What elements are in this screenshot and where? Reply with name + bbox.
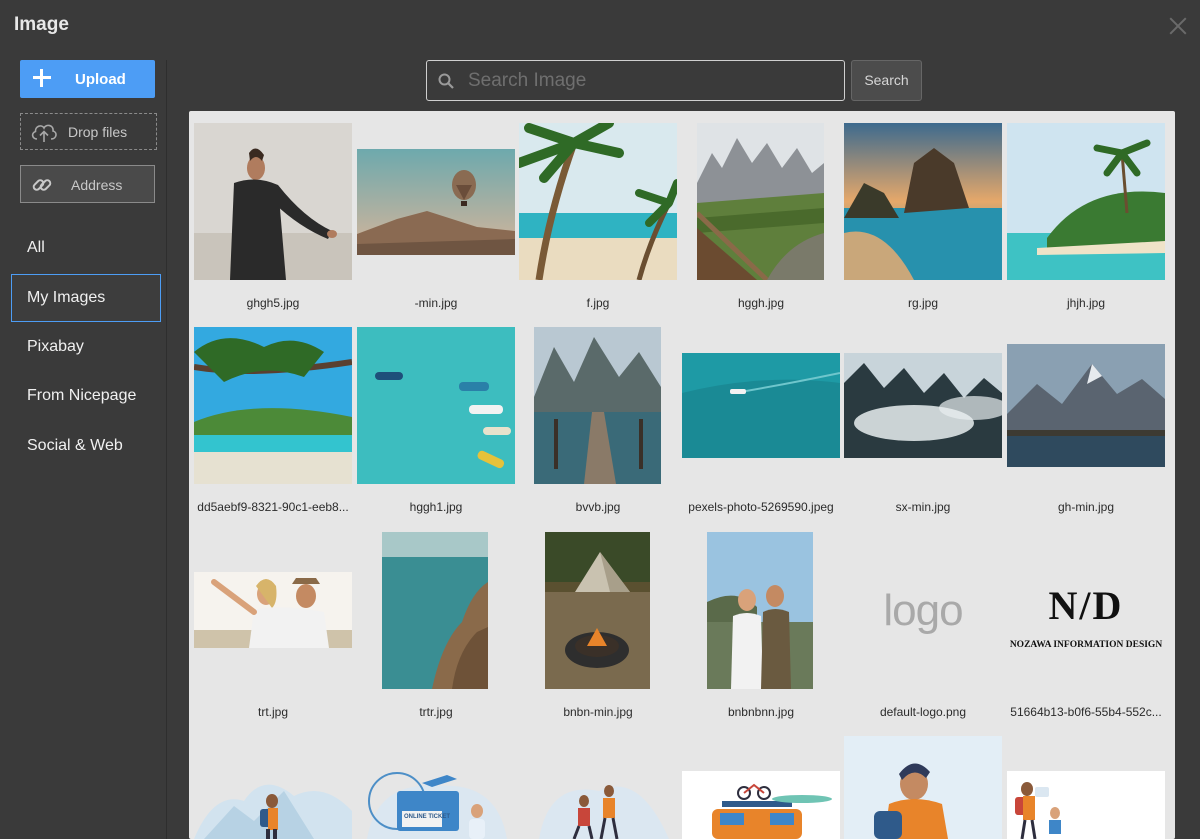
image-logo-placeholder-icon: logo	[844, 532, 1002, 689]
image-rock-island-icon	[844, 123, 1002, 280]
drop-files-zone[interactable]: Drop files	[20, 113, 157, 150]
image-name: -min.jpg	[414, 296, 458, 310]
brand-name: NOZAWA INFORMATION DESIGN	[1009, 640, 1163, 650]
image-tile[interactable]: ONLINE TICKET	[357, 736, 515, 839]
image-name: hggh.jpg	[737, 296, 785, 310]
image-tile[interactable]	[1007, 736, 1165, 839]
image-tent-campfire-icon	[545, 532, 650, 689]
image-name: trt.jpg	[257, 705, 288, 719]
ticket-text: ONLINE TICKET	[404, 814, 450, 820]
upload-label: Upload	[75, 71, 126, 88]
address-button[interactable]: Address	[20, 165, 155, 203]
nav-item-my-images[interactable]: My Images	[11, 274, 161, 322]
image-tile[interactable]: hggh1.jpg	[357, 326, 515, 518]
upload-button[interactable]: Upload	[20, 60, 155, 98]
image-tile[interactable]: bvvb.jpg	[519, 326, 677, 518]
illustration-van-bikes-icon	[682, 771, 840, 839]
logo-placeholder-text: logo	[883, 586, 963, 635]
image-tile[interactable]: jhjh.jpg	[1007, 122, 1165, 314]
image-boats-aerial-icon	[357, 327, 515, 484]
address-label: Address	[71, 177, 123, 193]
image-tile[interactable]: N/D NOZAWA INFORMATION DESIGN 51664b13-b…	[1007, 531, 1165, 723]
nav-item-social-web[interactable]: Social & Web	[11, 422, 161, 470]
drop-files-label: Drop files	[68, 124, 128, 140]
nav-item-pixabay[interactable]: Pixabay	[11, 323, 161, 371]
image-tile[interactable]: rg.jpg	[844, 122, 1002, 314]
sidebar-divider	[166, 60, 167, 839]
image-tile[interactable]	[844, 736, 1002, 839]
image-mountain-fence-icon	[697, 123, 824, 280]
search-input[interactable]	[468, 61, 838, 100]
image-tile[interactable]: trt.jpg	[194, 531, 352, 723]
image-name: bvvb.jpg	[575, 500, 621, 514]
image-misty-forest-icon	[844, 353, 1002, 458]
image-beach-branch-icon	[194, 327, 352, 484]
image-name: f.jpg	[586, 296, 610, 310]
illustration-hikers-icon	[519, 761, 677, 839]
image-tile[interactable]	[519, 736, 677, 839]
image-lake-pier-icon	[534, 327, 661, 484]
image-name: trtr.jpg	[419, 705, 453, 719]
image-name: ghgh5.jpg	[246, 296, 300, 310]
image-name: rg.jpg	[907, 296, 939, 310]
close-icon[interactable]	[1166, 14, 1190, 38]
image-name: sx-min.jpg	[895, 500, 951, 514]
image-couple-happy-icon	[194, 572, 352, 648]
image-tile[interactable]: pexels-photo-5269590.jpeg	[682, 326, 840, 518]
search-icon	[438, 73, 454, 89]
nav-item-from-nicepage[interactable]: From Nicepage	[11, 372, 161, 420]
image-name: 51664b13-b0f6-55b4-552c...	[1010, 705, 1162, 719]
image-cliff-sea-icon	[382, 532, 488, 689]
illustration-hiker-icon	[194, 761, 352, 839]
image-name: pexels-photo-5269590.jpeg	[688, 500, 834, 514]
image-tropical-island-icon	[1007, 123, 1165, 280]
image-tile[interactable]: sx-min.jpg	[844, 326, 1002, 518]
image-man-outdoors-icon	[194, 123, 352, 280]
image-tile[interactable]: gh-min.jpg	[1007, 326, 1165, 518]
image-gallery[interactable]: ghgh5.jpg -min.jpg f.jpg hggh.jpg rg.jpg…	[189, 111, 1175, 839]
image-tile[interactable]: ghgh5.jpg	[194, 122, 352, 314]
image-palm-beach-icon	[519, 123, 677, 280]
image-nid-logo-icon: N/D NOZAWA INFORMATION DESIGN	[1007, 532, 1165, 689]
search-button[interactable]: Search	[851, 60, 922, 101]
nav-item-all[interactable]: All	[11, 224, 161, 272]
image-tile[interactable]: -min.jpg	[357, 122, 515, 314]
image-two-hikers-icon	[707, 532, 813, 689]
dialog-title: Image	[14, 14, 69, 35]
image-name: hggh1.jpg	[409, 500, 463, 514]
illustration-hiker-child-icon	[1007, 771, 1165, 839]
image-tile[interactable]	[682, 736, 840, 839]
image-name: gh-min.jpg	[1057, 500, 1115, 514]
image-boat-sea-icon	[682, 353, 840, 458]
image-name: bnbn-min.jpg	[563, 705, 633, 719]
image-tile[interactable]: dd5aebf9-8321-90c1-eeb8...	[194, 326, 352, 518]
image-tile[interactable]: bnbnbnn.jpg	[682, 531, 840, 723]
image-tile[interactable]: trtr.jpg	[357, 531, 515, 723]
image-name: jhjh.jpg	[1066, 296, 1106, 310]
image-mountain-lake-icon	[1007, 344, 1165, 467]
brand-mark: N/D	[1048, 583, 1124, 628]
cloud-upload-icon	[31, 124, 57, 142]
image-tile[interactable]: f.jpg	[519, 122, 677, 314]
image-name: default-logo.png	[879, 705, 967, 719]
image-tile[interactable]: hggh.jpg	[682, 122, 840, 314]
image-tile[interactable]: bnbn-min.jpg	[519, 531, 677, 723]
image-tile[interactable]: logo default-logo.png	[844, 531, 1002, 723]
illustration-backpacker-icon	[844, 736, 1002, 839]
search-field[interactable]	[426, 60, 845, 101]
illustration-online-ticket-icon: ONLINE TICKET	[357, 761, 515, 839]
plus-icon	[33, 69, 51, 87]
image-name: dd5aebf9-8321-90c1-eeb8...	[197, 500, 349, 514]
image-tile[interactable]	[194, 736, 352, 839]
image-name: bnbnbnn.jpg	[727, 705, 795, 719]
link-icon	[32, 179, 52, 191]
image-hot-air-balloon-icon	[357, 149, 515, 255]
